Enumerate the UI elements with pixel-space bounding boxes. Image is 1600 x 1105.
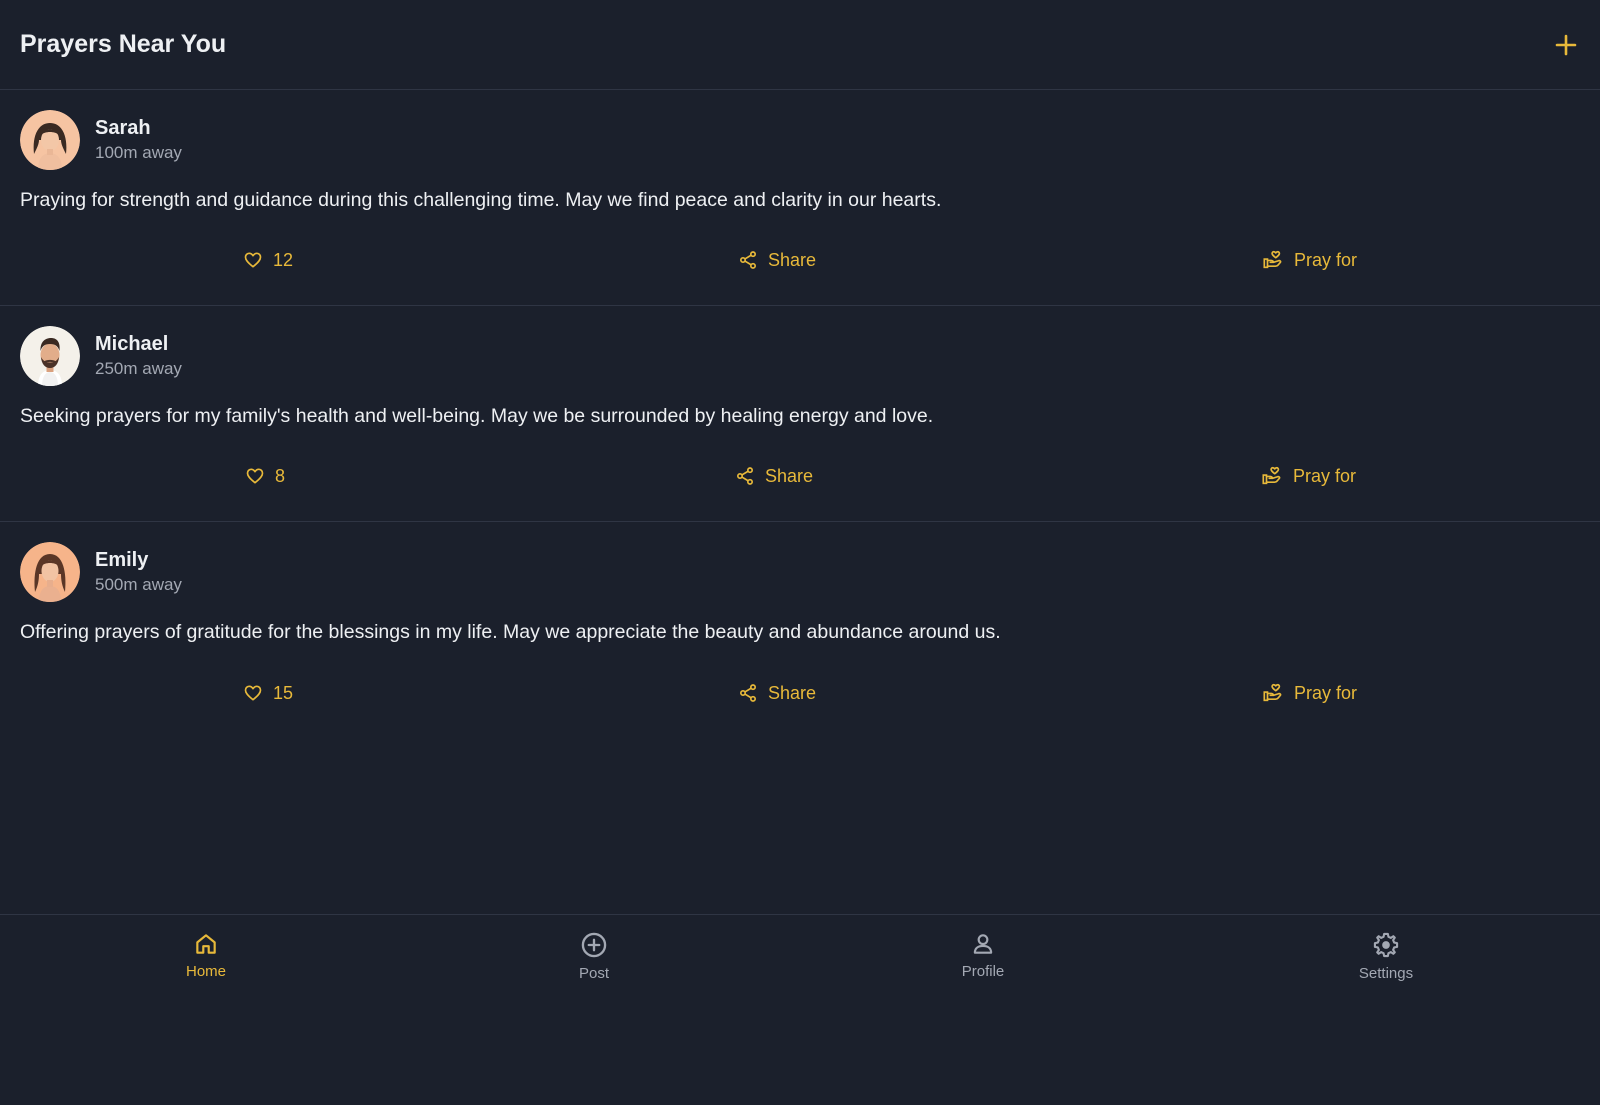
post-meta: Sarah 100m away: [95, 116, 182, 164]
like-count: 8: [275, 465, 286, 486]
avatar[interactable]: [20, 542, 80, 602]
add-prayer-button[interactable]: [1548, 27, 1584, 63]
nav-profile[interactable]: Profile: [923, 931, 1043, 980]
author-name: Emily: [95, 549, 149, 571]
home-icon: [196, 934, 216, 954]
pray-for-label: Pray for: [1294, 682, 1358, 703]
nav-settings-label: Settings: [1358, 965, 1414, 982]
distance-label: 500m away: [95, 575, 182, 594]
bottom-nav: Home Post Profile Settings: [0, 914, 1600, 1105]
hand-heart-icon: [1262, 466, 1281, 485]
post-header: Michael 250m away: [20, 326, 1580, 386]
pray-for-button[interactable]: Pray for: [1262, 678, 1357, 708]
post-actions: 15 Share Pray for: [0, 678, 1600, 708]
post-actions: 12 Share Pray for: [0, 245, 1600, 275]
nav-home[interactable]: Home: [146, 931, 266, 980]
nav-post-label: Post: [578, 965, 609, 982]
share-button[interactable]: Share: [738, 245, 816, 275]
nav-home-label: Home: [185, 963, 226, 980]
heart-icon: [244, 685, 262, 701]
post-header: Sarah 100m away: [20, 110, 1580, 170]
pray-for-button[interactable]: Pray for: [1262, 245, 1357, 275]
add-circle-icon: [581, 932, 607, 958]
like-count: 12: [273, 249, 294, 270]
like-button[interactable]: 8: [245, 461, 285, 491]
share-label: Share: [765, 465, 814, 486]
like-button[interactable]: 15: [243, 678, 293, 708]
share-label: Share: [768, 249, 817, 270]
hand-heart-icon: [1263, 683, 1282, 702]
nav-profile-label: Profile: [961, 963, 1005, 980]
prayer-post: Michael 250m away Seeking prayers for my…: [0, 306, 1600, 522]
heart-icon: [244, 252, 262, 268]
post-meta: Emily 500m away: [95, 548, 182, 596]
app-root: Prayers Near You Sarah 100m away Praying…: [0, 0, 1600, 1105]
share-button[interactable]: Share: [735, 461, 813, 491]
post-header: Emily 500m away: [20, 542, 1580, 602]
distance-label: 100m away: [95, 143, 182, 162]
prayer-post: Emily 500m away Offering prayers of grat…: [0, 522, 1600, 738]
avatar[interactable]: [20, 110, 80, 170]
pray-for-label: Pray for: [1293, 465, 1357, 486]
hand-heart-icon: [1263, 250, 1282, 269]
gear-icon: [1373, 932, 1399, 958]
pray-for-label: Pray for: [1294, 249, 1358, 270]
avatar[interactable]: [20, 326, 80, 386]
share-button[interactable]: Share: [738, 678, 816, 708]
distance-label: 250m away: [95, 359, 182, 378]
post-actions: 8 Share Pray for: [0, 461, 1600, 491]
prayer-post: Sarah 100m away Praying for strength and…: [0, 90, 1600, 306]
share-label: Share: [768, 682, 817, 703]
share-icon: [737, 467, 753, 485]
pray-for-button[interactable]: Pray for: [1261, 461, 1356, 491]
heart-icon: [246, 468, 264, 484]
nav-post[interactable]: Post: [534, 931, 654, 982]
share-icon: [740, 684, 756, 702]
page-title: Prayers Near You: [20, 30, 227, 58]
author-name: Sarah: [95, 117, 151, 139]
like-count: 15: [273, 682, 294, 703]
top-bar: Prayers Near You: [0, 0, 1600, 90]
post-text: Offering prayers of gratitude for the bl…: [20, 621, 1001, 643]
like-button[interactable]: 12: [243, 245, 293, 275]
share-icon: [740, 251, 756, 269]
post-text: Praying for strength and guidance during…: [20, 189, 942, 211]
author-name: Michael: [95, 333, 169, 355]
post-text: Seeking prayers for my family's health a…: [20, 405, 934, 427]
person-icon: [973, 934, 993, 954]
nav-settings[interactable]: Settings: [1326, 931, 1446, 982]
plus-icon: [1555, 34, 1577, 55]
post-meta: Michael 250m away: [95, 332, 182, 380]
